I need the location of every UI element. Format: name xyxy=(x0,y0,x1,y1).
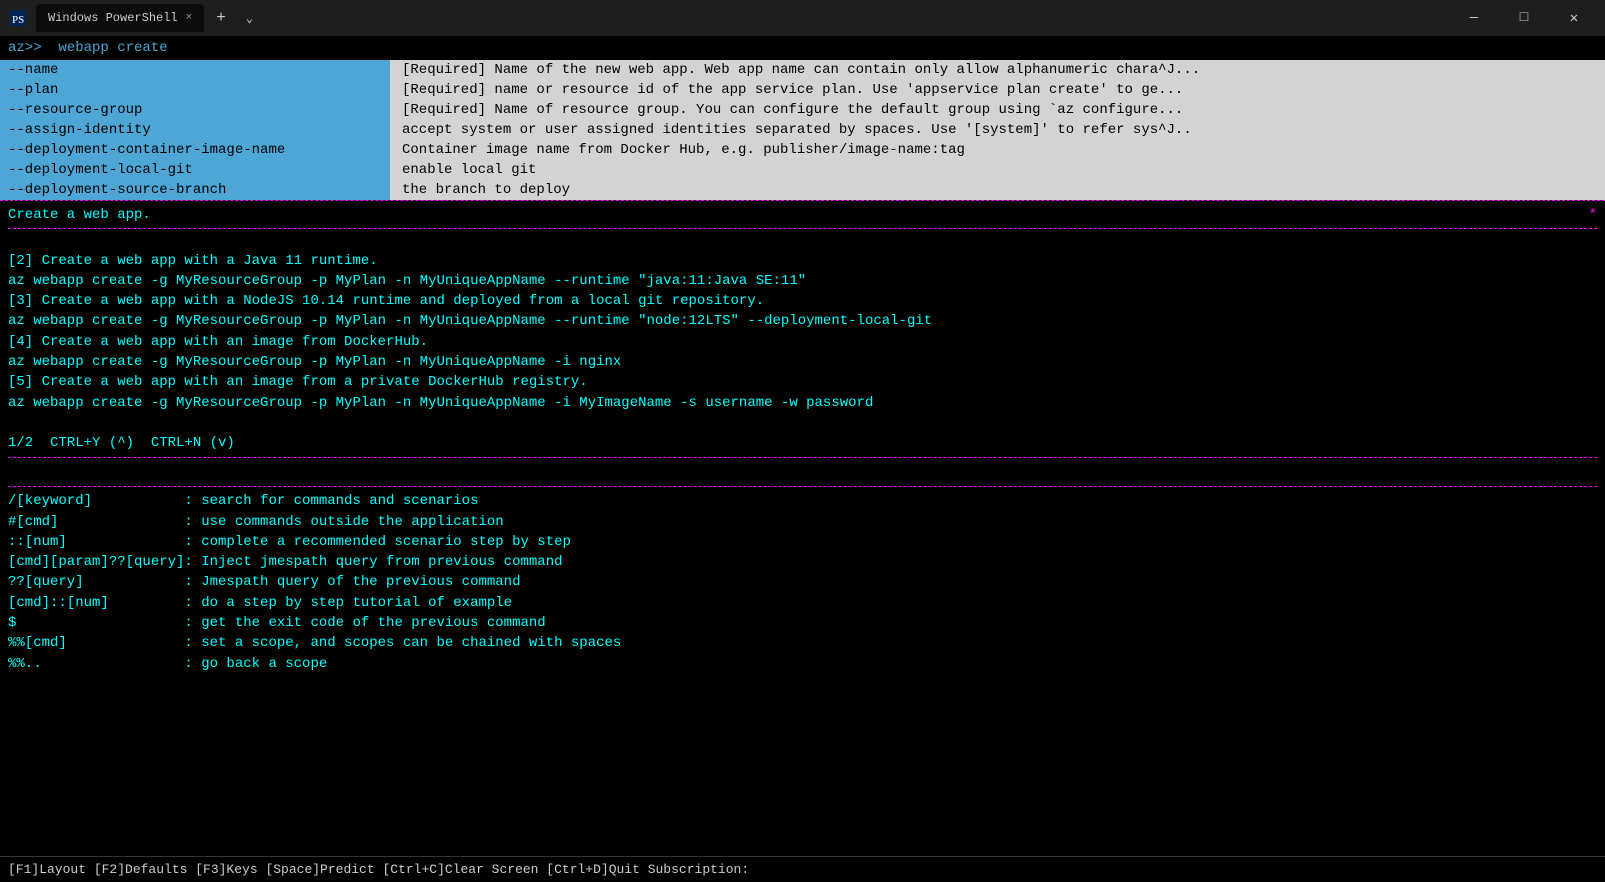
help-search: /[keyword] : search for commands and sce… xyxy=(8,491,1597,511)
desc-name: [Required] Name of the new web app. Web … xyxy=(398,60,1597,80)
pagination-line: 1/2 CTRL+Y (^) CTRL+N (v) xyxy=(8,433,1597,453)
autocomplete-area: --name --plan --resource-group --assign-… xyxy=(0,60,1605,200)
titlebar: PS Windows PowerShell × + ⌄ — □ ✕ xyxy=(0,0,1605,36)
separator-1 xyxy=(8,228,1597,229)
help-scope: %%[cmd] : set a scope, and scopes can be… xyxy=(8,633,1597,653)
autocomplete-item-source-branch[interactable]: --deployment-source-branch xyxy=(0,180,390,200)
example-4-title: [4] Create a web app with an image from … xyxy=(8,332,1597,352)
section-title-line: Create a web app. * xyxy=(8,205,1597,225)
empty-line-3 xyxy=(8,462,1597,482)
example-5-cmd: az webapp create -g MyResourceGroup -p M… xyxy=(8,393,1597,413)
autocomplete-item-assign-identity[interactable]: --assign-identity xyxy=(0,120,390,140)
desc-resource-group: [Required] Name of resource group. You c… xyxy=(398,100,1597,120)
section-title-text: Create a web app. xyxy=(8,205,151,225)
autocomplete-item-resource-group[interactable]: --resource-group xyxy=(0,100,390,120)
example-2-cmd: az webapp create -g MyResourceGroup -p M… xyxy=(8,271,1597,291)
maximize-button[interactable]: □ xyxy=(1501,0,1547,36)
help-jmespath: ??[query] : Jmespath query of the previo… xyxy=(8,572,1597,592)
tab-label: Windows PowerShell xyxy=(48,11,178,25)
desc-container-image: Container image name from Docker Hub, e.… xyxy=(398,140,1597,160)
autocomplete-descriptions: [Required] Name of the new web app. Web … xyxy=(390,60,1605,200)
tab-area: Windows PowerShell × + ⌄ xyxy=(36,4,1443,32)
autocomplete-item-plan[interactable]: --plan xyxy=(0,80,390,100)
help-back-scope: %%.. : go back a scope xyxy=(8,654,1597,674)
tab-dropdown-button[interactable]: ⌄ xyxy=(238,9,261,28)
status-bar-text: [F1]Layout [F2]Defaults [F3]Keys [Space]… xyxy=(8,862,749,877)
app-icon: PS xyxy=(8,8,28,28)
desc-source-branch: the branch to deploy xyxy=(398,180,1597,200)
autocomplete-item-local-git[interactable]: --deployment-local-git xyxy=(0,160,390,180)
empty-line-1 xyxy=(8,231,1597,251)
example-4-cmd: az webapp create -g MyResourceGroup -p M… xyxy=(8,352,1597,372)
desc-local-git: enable local git xyxy=(398,160,1597,180)
desc-assign-identity: accept system or user assigned identitie… xyxy=(398,120,1597,140)
example-3-title: [3] Create a web app with a NodeJS 10.14… xyxy=(8,291,1597,311)
help-tutorial: [cmd]::[num] : do a step by step tutoria… xyxy=(8,593,1597,613)
tab-close-button[interactable]: × xyxy=(186,12,193,24)
minimize-button[interactable]: — xyxy=(1451,0,1497,36)
example-2-title: [2] Create a web app with a Java 11 runt… xyxy=(8,251,1597,271)
autocomplete-item-name[interactable]: --name xyxy=(0,60,390,80)
star-marker: * xyxy=(1589,205,1597,225)
autocomplete-list[interactable]: --name --plan --resource-group --assign-… xyxy=(0,60,390,200)
help-num: ::[num] : complete a recommended scenari… xyxy=(8,532,1597,552)
empty-line-2 xyxy=(8,413,1597,433)
terminal: az>> webapp create --name --plan --resou… xyxy=(0,36,1605,882)
autocomplete-item-container-image[interactable]: --deployment-container-image-name xyxy=(0,140,390,160)
new-tab-button[interactable]: + xyxy=(208,7,234,29)
command-prompt[interactable]: az>> webapp create xyxy=(0,36,1605,60)
separator-3 xyxy=(8,486,1597,487)
help-cmd: #[cmd] : use commands outside the applic… xyxy=(8,512,1597,532)
tab-powershell[interactable]: Windows PowerShell × xyxy=(36,4,204,32)
help-query: [cmd][param]??[query]: Inject jmespath q… xyxy=(8,552,1597,572)
help-exit-code: $ : get the exit code of the previous co… xyxy=(8,613,1597,633)
svg-text:PS: PS xyxy=(12,14,24,26)
window: PS Windows PowerShell × + ⌄ — □ ✕ az>> w… xyxy=(0,0,1605,882)
prompt-line: az>> webapp create xyxy=(0,36,1605,60)
example-3-cmd: az webapp create -g MyResourceGroup -p M… xyxy=(8,311,1597,331)
close-button[interactable]: ✕ xyxy=(1551,0,1597,36)
window-controls: — □ ✕ xyxy=(1451,0,1597,36)
status-bar: [F1]Layout [F2]Defaults [F3]Keys [Space]… xyxy=(0,856,1605,882)
main-content: Create a web app. * [2] Create a web app… xyxy=(0,201,1605,856)
separator-2 xyxy=(8,457,1597,458)
example-5-title: [5] Create a web app with an image from … xyxy=(8,372,1597,392)
desc-plan: [Required] name or resource id of the ap… xyxy=(398,80,1597,100)
